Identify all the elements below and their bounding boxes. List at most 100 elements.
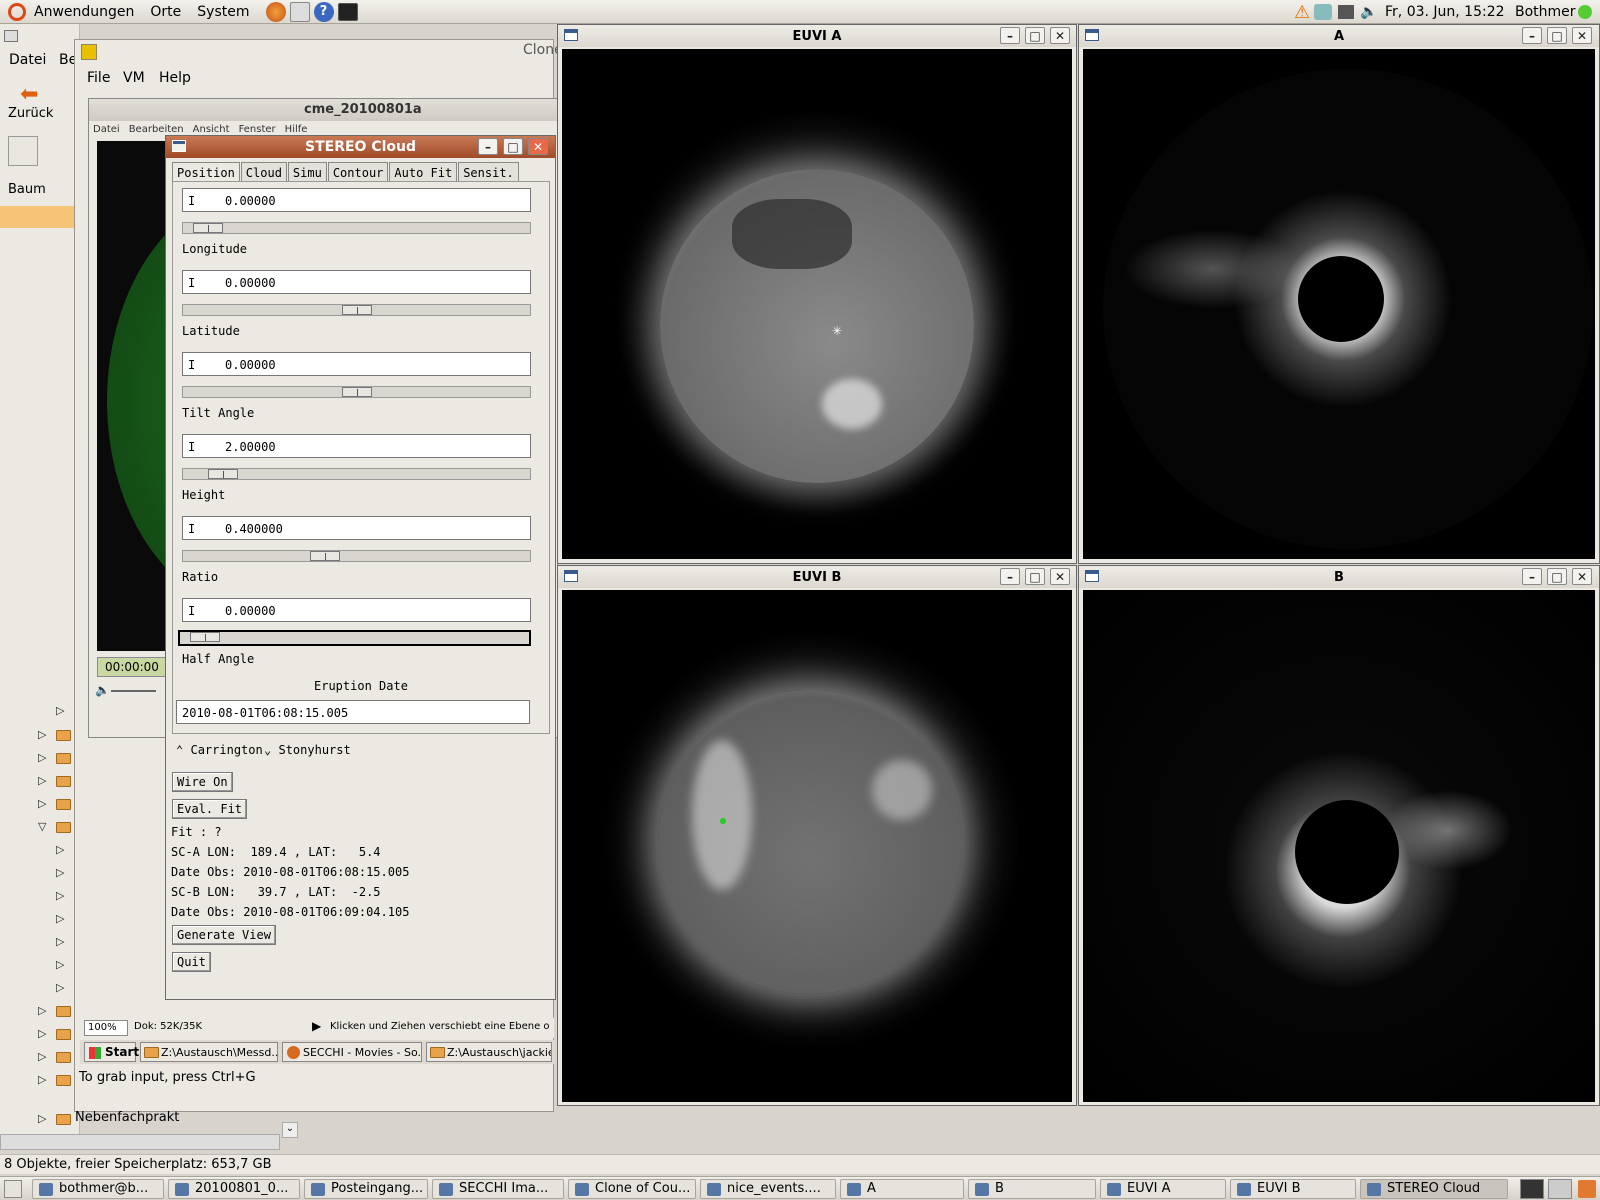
zoom-field[interactable]: 100% bbox=[84, 1020, 128, 1036]
volume-slider[interactable] bbox=[111, 690, 156, 692]
param-field-0[interactable]: I 0.00000 bbox=[182, 188, 531, 212]
edit-icon[interactable] bbox=[8, 136, 38, 166]
expander-icon[interactable]: ▷ bbox=[38, 728, 46, 741]
taskbar-item-8[interactable]: EUVI A bbox=[1100, 1179, 1226, 1199]
volume-icon[interactable]: 🔈 bbox=[1360, 4, 1377, 20]
firefox-icon[interactable] bbox=[265, 1, 286, 22]
expander-icon[interactable]: ▷ bbox=[56, 981, 64, 994]
trash-icon[interactable] bbox=[1578, 1180, 1596, 1198]
slider-knob[interactable] bbox=[190, 632, 220, 642]
taskbar-item-6[interactable]: A bbox=[840, 1179, 964, 1199]
minimize-button[interactable]: – bbox=[1522, 27, 1542, 44]
back-arrow-icon[interactable]: ⬅ bbox=[20, 82, 38, 107]
expander-icon[interactable]: ▷ bbox=[56, 866, 64, 879]
terminal-icon[interactable] bbox=[337, 2, 358, 21]
volume-icon[interactable]: 🔈 bbox=[95, 683, 110, 697]
radio-stonyhurst[interactable]: ⌄ Stonyhurst bbox=[264, 743, 351, 757]
minimize-button[interactable]: – bbox=[1522, 568, 1542, 585]
eruption-date-field[interactable]: 2010-08-01T06:08:15.005 bbox=[176, 700, 530, 724]
quit-button[interactable]: Quit bbox=[172, 952, 211, 972]
guest-task-firefox[interactable]: SECCHI - Movies - So... bbox=[282, 1042, 422, 1062]
tab-auto-fit[interactable]: Auto Fit bbox=[389, 162, 458, 182]
slider-knob[interactable] bbox=[342, 387, 372, 397]
euvi-b-titlebar[interactable]: EUVI B – □ ✕ bbox=[558, 566, 1076, 588]
taskbar-item-1[interactable]: 20100801_0... bbox=[168, 1179, 300, 1199]
window-menu-icon[interactable] bbox=[1085, 29, 1099, 41]
slider-knob[interactable] bbox=[310, 551, 340, 561]
expander-icon[interactable]: ▷ bbox=[56, 958, 64, 971]
expander-icon[interactable]: ▷ bbox=[38, 774, 46, 787]
param-field-5[interactable]: I 0.00000 bbox=[182, 598, 531, 622]
view-mode-select[interactable]: Baum bbox=[8, 182, 46, 197]
window-menu-icon[interactable] bbox=[172, 140, 186, 152]
tab-cloud[interactable]: Cloud bbox=[240, 162, 287, 182]
clock[interactable]: Fr, 03. Jun, 15:22 bbox=[1385, 4, 1505, 20]
expander-icon[interactable]: ▷ bbox=[56, 843, 64, 856]
slider-knob[interactable] bbox=[193, 223, 223, 233]
guest-task-explorer-2[interactable]: Z:\Austausch\jackie_ bbox=[426, 1042, 552, 1062]
iv-menu-fenster[interactable]: Fenster bbox=[239, 124, 276, 135]
menu-applications[interactable]: Anwendungen bbox=[34, 4, 134, 20]
scroll-down-icon[interactable]: ⌄ bbox=[282, 1122, 298, 1138]
maximize-button[interactable]: □ bbox=[1025, 27, 1045, 44]
window-menu-icon[interactable] bbox=[1085, 570, 1099, 582]
tab-sensit[interactable]: Sensit. bbox=[458, 162, 519, 182]
help-icon[interactable]: ? bbox=[313, 1, 334, 22]
minimize-button[interactable]: – bbox=[478, 138, 498, 155]
iv-menu-hilfe[interactable]: Hilfe bbox=[285, 124, 308, 135]
euvi-b-image[interactable] bbox=[562, 590, 1072, 1102]
folder-item-nebenfach[interactable]: Nebenfachprakt bbox=[75, 1110, 179, 1125]
expander-icon[interactable]: ▷ bbox=[56, 704, 64, 717]
taskbar-item-9[interactable]: EUVI B bbox=[1230, 1179, 1356, 1199]
taskbar-item-7[interactable]: B bbox=[968, 1179, 1096, 1199]
expander-icon[interactable]: ▷ bbox=[38, 1112, 46, 1125]
maximize-button[interactable]: □ bbox=[1025, 568, 1045, 585]
expander-icon[interactable]: ▷ bbox=[56, 889, 64, 902]
euvi-a-titlebar[interactable]: EUVI A – □ ✕ bbox=[558, 25, 1076, 47]
expander-icon[interactable]: ▷ bbox=[38, 1050, 46, 1063]
taskbar-item-5[interactable]: nice_events.... bbox=[700, 1179, 836, 1199]
param-slider-3[interactable] bbox=[182, 468, 531, 480]
minimize-button[interactable]: – bbox=[1000, 27, 1020, 44]
iv-menu-bearbeiten[interactable]: Bearbeiten bbox=[129, 124, 184, 135]
network-icon[interactable] bbox=[1314, 4, 1333, 20]
menu-datei[interactable]: Datei bbox=[9, 52, 46, 68]
expander-icon[interactable]: ▷ bbox=[38, 751, 46, 764]
cor-b-titlebar[interactable]: B – □ ✕ bbox=[1079, 566, 1599, 588]
taskbar-item-3[interactable]: SECCHI Ima... bbox=[432, 1179, 564, 1199]
maximize-button[interactable]: □ bbox=[503, 138, 523, 155]
param-slider-5[interactable] bbox=[178, 630, 531, 646]
display-icon[interactable] bbox=[1338, 5, 1355, 19]
expander-icon[interactable]: ▷ bbox=[56, 935, 64, 948]
maximize-button[interactable]: □ bbox=[1547, 27, 1567, 44]
menu-places[interactable]: Orte bbox=[150, 4, 181, 20]
guest-start-button[interactable]: Start bbox=[84, 1042, 139, 1062]
generate-view-button[interactable]: Generate View bbox=[172, 925, 276, 945]
iv-menu-ansicht[interactable]: Ansicht bbox=[193, 124, 230, 135]
radio-carrington[interactable]: ⌃ Carrington bbox=[176, 743, 263, 757]
show-desktop-icon[interactable] bbox=[4, 1180, 22, 1198]
window-menu-icon[interactable] bbox=[564, 570, 578, 582]
cor-b-image[interactable] bbox=[1083, 590, 1595, 1102]
param-field-4[interactable]: I 0.400000 bbox=[182, 516, 531, 540]
param-slider-4[interactable] bbox=[182, 550, 531, 562]
tab-contour[interactable]: Contour bbox=[327, 162, 389, 182]
close-button[interactable]: ✕ bbox=[1572, 568, 1592, 585]
ubuntu-logo-icon[interactable] bbox=[8, 2, 26, 21]
mail-icon[interactable] bbox=[289, 1, 310, 22]
param-slider-1[interactable] bbox=[182, 304, 531, 316]
eval-fit-button[interactable]: Eval. Fit bbox=[172, 799, 248, 819]
param-slider-2[interactable] bbox=[182, 386, 531, 398]
param-field-3[interactable]: I 2.00000 bbox=[182, 434, 531, 458]
param-field-1[interactable]: I 0.00000 bbox=[182, 270, 531, 294]
vm-menu-file[interactable]: File bbox=[87, 70, 110, 86]
workspace-switcher[interactable] bbox=[1520, 1179, 1544, 1199]
expander-icon[interactable]: ▷ bbox=[38, 1073, 46, 1086]
window-menu-icon[interactable] bbox=[564, 29, 578, 41]
taskbar-item-10[interactable]: STEREO Cloud bbox=[1360, 1179, 1508, 1199]
taskbar-item-4[interactable]: Clone of Cou... bbox=[568, 1179, 696, 1199]
close-button[interactable]: ✕ bbox=[528, 138, 548, 155]
tab-position[interactable]: Position bbox=[172, 162, 240, 182]
stereo-cloud-titlebar[interactable]: STEREO Cloud – □ ✕ bbox=[166, 136, 555, 158]
expander-icon[interactable]: ▷ bbox=[38, 797, 46, 810]
